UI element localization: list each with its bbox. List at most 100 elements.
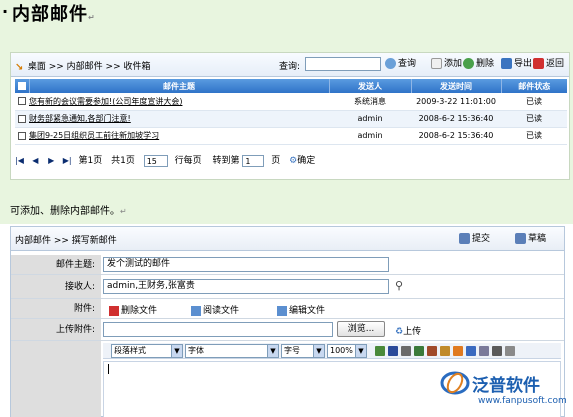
add-button[interactable]: 添加 [431, 57, 462, 71]
breadcrumb-text: 桌面 >> 内部邮件 >> 收件箱 [27, 62, 151, 72]
search-icon[interactable]: ⚲ [395, 279, 403, 292]
goto-label: 转到第 [212, 156, 240, 166]
pagination: |◀ ◀ ▶ ▶| 第1页 共1页 15 行每页 转到第 1 页 ⚙确定 [15, 153, 567, 169]
upload-label: 上传附件: [11, 319, 101, 340]
fullscreen-icon[interactable] [505, 346, 515, 356]
delete-icon [463, 58, 474, 69]
browse-button[interactable]: 浏览... [337, 321, 385, 337]
arrow-icon: ↘ [15, 61, 24, 73]
confirm-icon: ⚙ [289, 156, 298, 166]
prev-page-icon[interactable]: ◀ [31, 153, 40, 169]
zoom-select[interactable]: 100% ▼ [327, 344, 367, 358]
add-icon [431, 58, 442, 69]
font-family-select[interactable]: 字体 ▼ [185, 344, 279, 358]
submit-button[interactable]: 提交 [459, 232, 490, 246]
column-header: 发送时间 [411, 79, 502, 93]
read-file-button[interactable]: 阅读文件 [191, 303, 239, 316]
confirm-button[interactable]: ⚙确定 [289, 156, 315, 166]
row-checkbox[interactable] [18, 131, 26, 140]
delete-button[interactable]: 删除 [463, 57, 494, 71]
back-icon [533, 58, 544, 69]
mail-status: 已读 [501, 127, 567, 145]
attachment-label: 附件: [11, 299, 101, 318]
compose-breadcrumb: 内部邮件 >> 撰写新邮件 [15, 236, 117, 246]
draft-icon [515, 233, 526, 244]
logo-mark-icon [440, 371, 470, 395]
image-icon[interactable] [414, 346, 424, 356]
row-checkbox[interactable] [18, 114, 26, 123]
chevron-down-icon: ▼ [267, 345, 278, 357]
special-char-icon[interactable] [440, 346, 450, 356]
table-row[interactable]: 您有新的会议需要参加!(公司年度宣讲大会) 系统消息 2009-3-22 11:… [15, 93, 567, 111]
brand-url: www.fanpusoft.com [478, 396, 567, 406]
inbox-panel: ↘ 桌面 >> 内部邮件 >> 收件箱 查询: 查询 添加 删除 导出 返回 邮… [10, 52, 570, 180]
search-label: 查询: [279, 62, 301, 72]
brand-logo: 泛普软件 www.fanpusoft.com [440, 368, 570, 414]
spellcheck-icon[interactable] [375, 346, 385, 356]
table-row[interactable]: 财务部紧急通知,各部门注意! admin 2008-6-2 15:36:40 已… [15, 110, 567, 128]
inbox-toolbar: ↘ 桌面 >> 内部邮件 >> 收件箱 查询: 查询 添加 删除 导出 返回 [11, 53, 569, 77]
column-header: 邮件主题 [29, 79, 330, 93]
export-button[interactable]: 导出 [501, 57, 532, 71]
mail-subject-link[interactable]: 您有新的会议需要参加!(公司年度宣讲大会) [29, 97, 182, 106]
first-page-icon[interactable]: |◀ [15, 153, 24, 169]
recipient-label: 接收人: [11, 275, 101, 298]
mail-status: 已读 [501, 93, 567, 111]
mail-sender: 系统消息 [329, 93, 411, 111]
per-page-input[interactable]: 15 [143, 154, 168, 167]
recipient-input[interactable]: admin,王财务,张富贵 [103, 279, 389, 294]
mail-time: 2008-6-2 15:36:40 [411, 127, 501, 145]
subject-row: 邮件主题: 发个测试的邮件 [11, 255, 564, 275]
compose-toolbar: 内部邮件 >> 撰写新邮件 提交 草稿 [11, 227, 564, 251]
per-page-label: 行每页 [174, 156, 202, 166]
print-icon[interactable] [492, 346, 502, 356]
edit-file-button[interactable]: 编辑文件 [277, 303, 325, 316]
read-file-icon [191, 305, 201, 316]
last-page-icon[interactable]: ▶| [63, 153, 72, 169]
preview-icon[interactable] [479, 346, 489, 356]
search-input[interactable] [305, 57, 381, 71]
breadcrumb: ↘ 桌面 >> 内部邮件 >> 收件箱 [15, 59, 151, 73]
select-all-checkbox[interactable] [17, 82, 26, 90]
upload-row: 上传附件: 浏览... ♻上传 [11, 319, 564, 341]
mail-subject-link[interactable]: 集团9-25日组织员工前往新加坡学习 [29, 131, 159, 140]
upload-path-input[interactable] [103, 322, 333, 337]
delete-file-button[interactable]: 删除文件 [109, 303, 157, 316]
next-page-icon[interactable]: ▶ [47, 153, 56, 169]
chevron-down-icon: ▼ [313, 345, 324, 357]
mail-time: 2009-3-22 11:01:00 [411, 93, 501, 111]
table-header: 邮件主题 发送人 发送时间 邮件状态 [15, 79, 567, 93]
total-pages: 共1页 [111, 156, 135, 166]
goto-page-input[interactable]: 1 [242, 154, 265, 167]
attachment-row: 附件: 删除文件 阅读文件 编辑文件 [11, 299, 564, 319]
mail-sender: admin [329, 127, 411, 145]
font-color-icon[interactable] [388, 346, 398, 356]
back-button[interactable]: 返回 [533, 57, 564, 71]
chevron-down-icon: ▼ [171, 345, 182, 357]
format-icon[interactable] [401, 346, 411, 356]
font-size-select[interactable]: 字号 ▼ [281, 344, 325, 358]
page-unit: 页 [271, 156, 281, 166]
page-title: 内部邮件↵ [12, 4, 96, 25]
mail-time: 2008-6-2 15:36:40 [411, 110, 501, 128]
doc-heading-band: · 内部邮件↵ [0, 0, 573, 25]
current-page: 第1页 [78, 156, 103, 166]
upload-button[interactable]: ♻上传 [395, 324, 421, 337]
table-row[interactable]: 集团9-25日组织员工前往新加坡学习 admin 2008-6-2 15:36:… [15, 127, 567, 145]
draft-button[interactable]: 草稿 [515, 232, 546, 246]
paragraph-style-select[interactable]: 段落样式 ▼ [111, 344, 183, 358]
search-icon [385, 58, 396, 69]
media-icon[interactable] [466, 346, 476, 356]
mail-sender: admin [329, 110, 411, 128]
export-icon [501, 58, 512, 69]
table-icon[interactable] [427, 346, 437, 356]
search-button[interactable]: 查询 [385, 57, 416, 71]
caption-text: 可添加、删除内部邮件。↵ [10, 206, 127, 217]
row-checkbox[interactable] [18, 97, 26, 106]
recipient-row: 接收人: admin,王财务,张富贵 ⚲ [11, 275, 564, 299]
mail-subject-link[interactable]: 财务部紧急通知,各部门注意! [29, 114, 131, 123]
emoticon-icon[interactable] [453, 346, 463, 356]
select-all-header[interactable] [15, 79, 30, 93]
mail-table: 邮件主题 发送人 发送时间 邮件状态 您有新的会议需要参加!(公司年度宣讲大会)… [15, 79, 567, 145]
subject-input[interactable]: 发个测试的邮件 [103, 257, 389, 272]
